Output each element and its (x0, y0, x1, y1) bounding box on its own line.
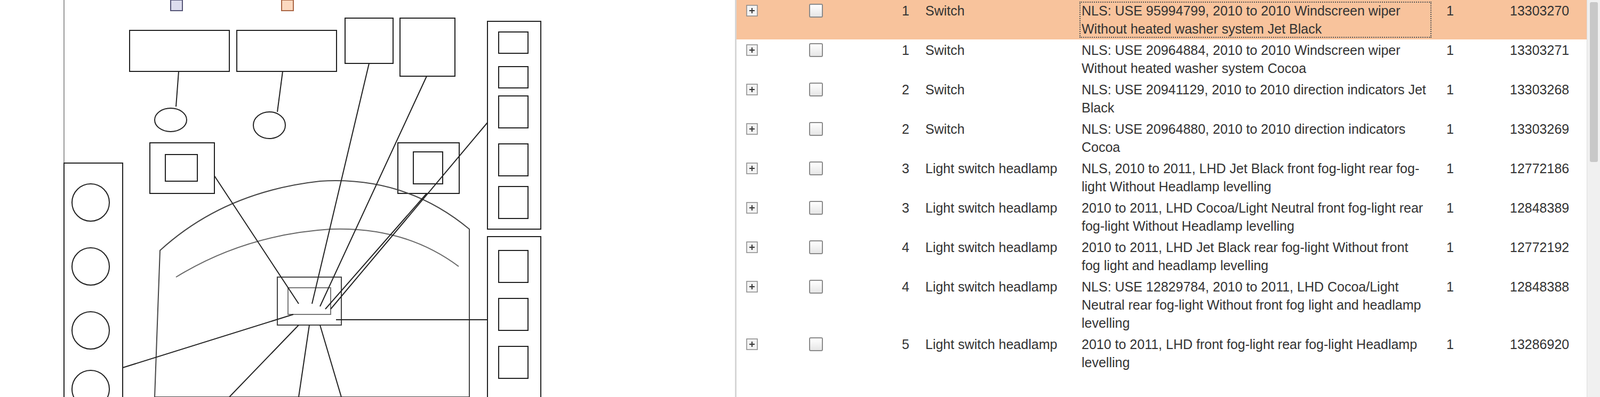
part-name: Switch (912, 41, 1080, 60)
expand-plus-icon[interactable] (746, 202, 758, 214)
ref-number: 5 (864, 335, 913, 354)
quantity: 1 (1431, 238, 1496, 257)
ref-number: 1 (864, 41, 913, 60)
row-checkbox[interactable] (809, 240, 823, 255)
part-name: Switch (912, 1, 1080, 20)
checkbox-cell (789, 277, 865, 294)
table-row[interactable]: 1SwitchNLS: USE 95994799, 2010 to 2010 W… (736, 0, 1587, 40)
expand-cell (736, 1, 790, 17)
row-checkbox[interactable] (809, 337, 823, 352)
expand-cell (736, 80, 790, 96)
expand-plus-icon[interactable] (746, 281, 758, 293)
expand-plus-icon[interactable] (746, 123, 758, 135)
expand-cell (736, 238, 790, 254)
ref-number: 3 (864, 198, 913, 218)
scrollbar[interactable] (1586, 0, 1600, 397)
catalogue-page: 1SwitchNLS: USE 95994799, 2010 to 2010 W… (0, 0, 1600, 397)
quantity: 1 (1431, 120, 1496, 139)
ref-number: 4 (864, 238, 913, 257)
ref-number: 2 (864, 80, 913, 99)
row-checkbox[interactable] (809, 161, 823, 176)
quantity: 1 (1431, 159, 1496, 178)
expand-plus-icon[interactable] (746, 241, 758, 254)
row-checkbox[interactable] (809, 82, 823, 97)
expand-cell (736, 335, 790, 351)
expand-plus-icon[interactable] (746, 44, 758, 56)
checkbox-cell (789, 198, 865, 215)
part-number: 12848389 (1495, 198, 1587, 218)
table-row[interactable]: 2SwitchNLS: USE 20964880, 2010 to 2010 d… (736, 118, 1587, 158)
part-name: Light switch headlamp (912, 198, 1080, 218)
quantity: 1 (1431, 198, 1496, 218)
expand-plus-icon[interactable] (746, 4, 758, 17)
checkbox-cell (789, 159, 865, 176)
expand-plus-icon[interactable] (746, 162, 758, 175)
part-number: 13286920 (1495, 335, 1587, 354)
checkbox-cell (789, 120, 865, 136)
expand-plus-icon[interactable] (746, 83, 758, 96)
part-description: NLS: USE 20941129, 2010 to 2010 directio… (1079, 80, 1432, 117)
table-row[interactable]: 1SwitchNLS: USE 20964884, 2010 to 2010 W… (736, 39, 1587, 79)
row-checkbox[interactable] (809, 201, 823, 215)
row-checkbox[interactable] (809, 280, 823, 294)
part-name: Switch (912, 80, 1080, 99)
part-name: Light switch headlamp (912, 277, 1080, 296)
quantity: 1 (1431, 335, 1496, 354)
ref-number: 1 (864, 1, 913, 20)
scrollbar-thumb[interactable] (1589, 2, 1598, 163)
part-number: 12848388 (1495, 277, 1587, 296)
ref-number: 2 (864, 120, 913, 139)
table-row[interactable]: 2SwitchNLS: USE 20941129, 2010 to 2010 d… (736, 78, 1587, 119)
part-name: Light switch headlamp (912, 159, 1080, 178)
table-row[interactable]: 4Light switch headlamp2010 to 2011, LHD … (736, 236, 1587, 277)
quantity: 1 (1431, 41, 1496, 60)
expand-plus-icon[interactable] (746, 338, 758, 351)
part-description: NLS: USE 20964880, 2010 to 2010 directio… (1079, 120, 1432, 157)
part-description: NLS: USE 20964884, 2010 to 2010 Windscre… (1079, 41, 1432, 78)
checkbox-cell (789, 335, 865, 352)
quantity: 1 (1431, 277, 1496, 296)
expand-cell (736, 198, 790, 214)
part-number: 12772192 (1495, 238, 1587, 257)
part-description: NLS: USE 12829784, 2010 to 2011, LHD Coc… (1079, 277, 1432, 333)
quantity: 1 (1431, 80, 1496, 99)
table-row[interactable]: 5Light switch headlamp2010 to 2011, LHD … (736, 333, 1587, 374)
part-number: 12772186 (1495, 159, 1587, 178)
checkbox-cell (789, 80, 865, 97)
row-checkbox[interactable] (809, 3, 823, 18)
row-checkbox[interactable] (809, 43, 823, 58)
parts-table: 1SwitchNLS: USE 95994799, 2010 to 2010 W… (736, 0, 1587, 397)
checkbox-cell (789, 238, 865, 255)
diagram-illustration-icon (0, 0, 550, 397)
part-number: 13303271 (1495, 41, 1587, 60)
table-row[interactable]: 3Light switch headlamp2010 to 2011, LHD … (736, 197, 1587, 237)
part-name: Switch (912, 120, 1080, 139)
part-description: 2010 to 2011, LHD Cocoa/Light Neutral fr… (1079, 198, 1432, 236)
part-description: 2010 to 2011, LHD Jet Black rear fog-lig… (1079, 238, 1432, 275)
part-number: 13303270 (1495, 1, 1587, 20)
part-description: NLS, 2010 to 2011, LHD Jet Black front f… (1079, 159, 1432, 196)
part-number: 13303269 (1495, 120, 1587, 139)
part-description: 2010 to 2011, LHD front fog-light rear f… (1079, 335, 1432, 372)
part-number: 13303268 (1495, 80, 1587, 99)
expand-cell (736, 277, 790, 293)
checkbox-cell (789, 41, 865, 58)
quantity: 1 (1431, 1, 1496, 20)
part-name: Light switch headlamp (912, 335, 1080, 354)
part-name: Light switch headlamp (912, 238, 1080, 257)
checkbox-cell (789, 1, 865, 18)
ref-number: 3 (864, 159, 913, 178)
table-row[interactable]: 4Light switch headlampNLS: USE 12829784,… (736, 276, 1587, 334)
diagram-pane (0, 0, 735, 397)
row-checkbox[interactable] (809, 122, 823, 136)
ref-number: 4 (864, 277, 913, 296)
expand-cell (736, 120, 790, 135)
part-description: NLS: USE 95994799, 2010 to 2010 Windscre… (1079, 1, 1432, 38)
expand-cell (736, 159, 790, 175)
table-row[interactable]: 3Light switch headlampNLS, 2010 to 2011,… (736, 157, 1587, 198)
expand-cell (736, 41, 790, 56)
